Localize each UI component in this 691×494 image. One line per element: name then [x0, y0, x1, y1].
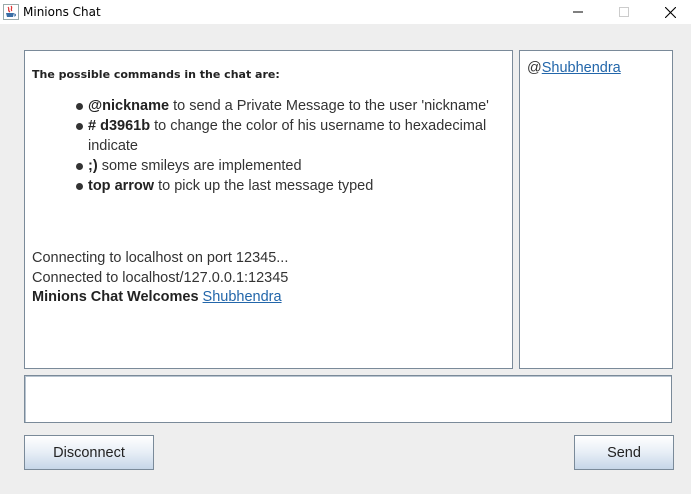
command-description: to pick up the last message typed — [154, 178, 374, 194]
maximize-button[interactable] — [601, 0, 647, 24]
command-item: ;) some smileys are implemented — [75, 156, 495, 176]
command-description: some smileys are implemented — [97, 158, 302, 174]
online-users-pane[interactable]: @Shubhendra — [519, 50, 673, 369]
user-prefix: @ — [527, 60, 542, 76]
user-link[interactable]: Shubhendra — [542, 60, 621, 76]
command-item: # d3961b to change the color of his user… — [75, 116, 495, 156]
log-line-connected: Connected to localhost/127.0.0.1:12345 — [32, 269, 289, 286]
command-keyword: @nickname — [88, 98, 170, 114]
welcome-line: Minions Chat Welcomes Shubhendra — [32, 288, 512, 308]
bullet-icon — [76, 183, 83, 190]
command-item: @nickname to send a Private Message to t… — [75, 96, 495, 116]
welcome-prefix: Minions Chat Welcomes — [32, 289, 199, 305]
window-title: Minions Chat — [23, 5, 101, 19]
command-keyword: ;) — [88, 158, 98, 174]
commands-heading: The possible commands in the chat are: — [32, 68, 280, 81]
command-keyword: top arrow — [88, 178, 155, 194]
chat-messages-pane[interactable]: The possible commands in the chat are: @… — [24, 50, 513, 369]
user-entry: @Shubhendra — [527, 60, 672, 76]
minimize-button[interactable] — [555, 0, 601, 24]
log-line-connecting: Connecting to localhost on port 12345... — [32, 250, 289, 266]
command-item: top arrow to pick up the last message ty… — [75, 176, 495, 196]
maximize-icon — [619, 7, 629, 17]
message-input[interactable] — [24, 375, 672, 423]
bullet-icon — [76, 123, 83, 130]
close-icon — [664, 6, 676, 18]
bullet-icon — [76, 163, 83, 170]
command-description: to send a Private Message to the user 'n… — [169, 98, 489, 114]
commands-list: @nickname to send a Private Message to t… — [75, 96, 495, 196]
welcome-user-link[interactable]: Shubhendra — [203, 289, 282, 305]
send-button[interactable]: Send — [574, 435, 674, 470]
close-button[interactable] — [647, 0, 691, 24]
command-keyword: # d3961b — [88, 118, 151, 134]
title-bar: Minions Chat — [0, 0, 691, 24]
bullet-icon — [76, 103, 83, 110]
connection-log: Connecting to localhost on port 12345...… — [32, 249, 512, 308]
minimize-icon — [573, 11, 583, 13]
disconnect-button[interactable]: Disconnect — [24, 435, 154, 470]
java-cup-icon — [3, 4, 19, 20]
